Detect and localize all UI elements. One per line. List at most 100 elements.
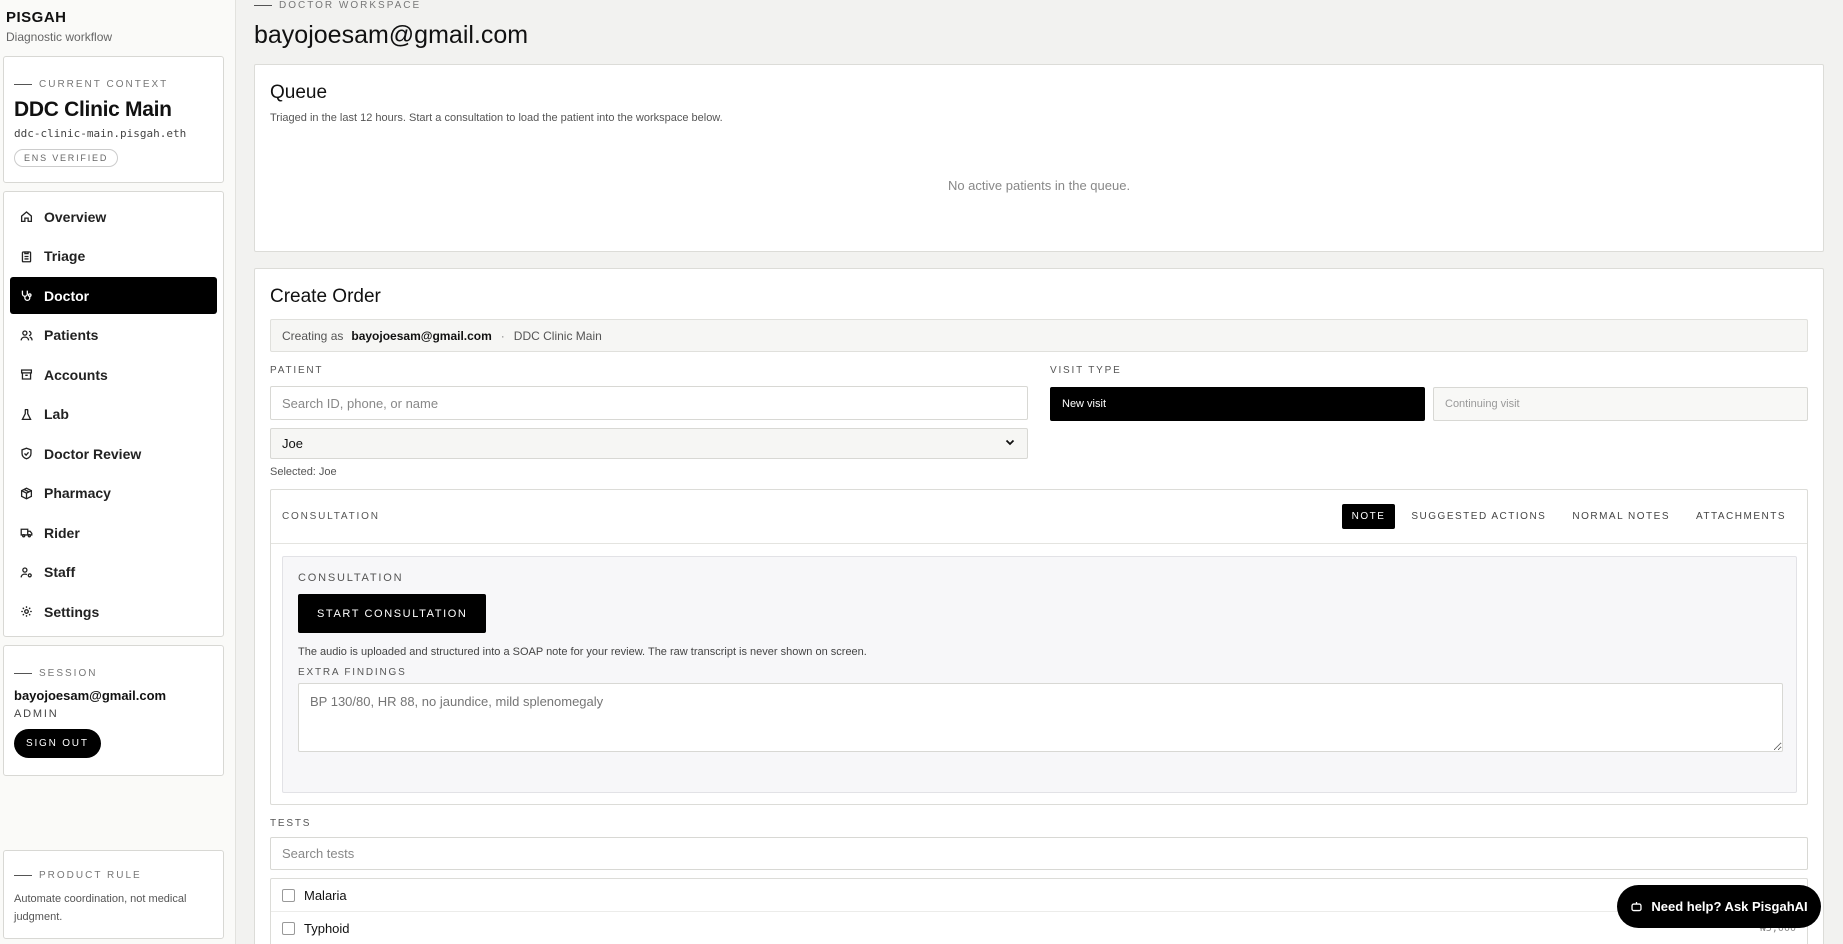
test-name: Typhoid — [304, 920, 350, 936]
sidebar-item-lab[interactable]: Lab — [10, 396, 217, 433]
page-title: bayojoesam@gmail.com — [254, 21, 529, 49]
tab-note[interactable]: NOTE — [1341, 504, 1396, 529]
test-item-left: Malaria — [282, 888, 347, 903]
session-eyebrow: SESSION — [14, 668, 213, 679]
sidebar-item-label: Doctor Review — [44, 445, 142, 462]
context-card: CURRENT CONTEXT DDC Clinic Main ddc-clin… — [3, 56, 224, 183]
session-card: SESSION bayojoesam@gmail.com ADMIN SIGN … — [3, 645, 224, 776]
users-icon — [20, 329, 33, 342]
tests-list: Malaria Typhoid ₦5,000 — [270, 878, 1808, 944]
create-order-panel: Create Order Creating as bayojoesam@gmai… — [254, 268, 1824, 944]
stethoscope-icon — [20, 289, 33, 302]
queue-title: Queue — [270, 82, 328, 103]
consultation-note-body: CONSULTATION START CONSULTATION The audi… — [282, 556, 1797, 793]
sidebar-item-staff[interactable]: Staff — [10, 554, 217, 591]
sidebar-item-doctor[interactable]: Doctor — [10, 277, 217, 314]
product-rule-card: PRODUCT RULE Automate coordination, not … — [3, 850, 224, 939]
brand-tagline: Diagnostic workflow — [6, 30, 113, 44]
flask-icon — [20, 408, 33, 421]
test-checkbox[interactable] — [282, 888, 295, 902]
brand-name: PISGAH — [6, 9, 67, 26]
package-icon — [20, 486, 33, 500]
home-icon — [20, 210, 33, 223]
test-checkbox[interactable] — [282, 921, 295, 935]
creating-as-bar: Creating as bayojoesam@gmail.com · DDC C… — [270, 319, 1808, 352]
tests-search-input[interactable] — [270, 837, 1808, 870]
ask-pisgahai-label: Need help? Ask PisgahAI — [1651, 899, 1808, 914]
creating-as-user: bayojoesam@gmail.com — [351, 328, 492, 343]
creating-as-separator: · — [500, 328, 505, 343]
creating-as-prefix: Creating as — [282, 328, 344, 343]
tests-label: TESTS — [270, 818, 312, 829]
creating-as-clinic: DDC Clinic Main — [513, 328, 602, 343]
sidebar-item-pharmacy[interactable]: Pharmacy — [10, 475, 217, 512]
clinic-ens: ddc-clinic-main.pisgah.eth — [14, 127, 187, 140]
patient-select[interactable]: Joe — [270, 428, 1028, 459]
clinic-name: DDC Clinic Main — [14, 98, 172, 121]
session-eyebrow-text: SESSION — [39, 668, 98, 679]
sidebar-item-doctor-review[interactable]: Doctor Review — [10, 435, 217, 472]
user-cog-icon — [20, 566, 33, 579]
sidebar-item-label: Lab — [44, 406, 69, 422]
sidebar-item-label: Settings — [44, 603, 100, 620]
list-item[interactable]: Typhoid ₦5,000 — [271, 912, 1807, 944]
visit-type-continuing-button[interactable]: Continuing visit — [1433, 387, 1808, 421]
session-role: ADMIN — [14, 708, 59, 720]
test-item-left: Typhoid — [282, 921, 350, 936]
sidebar-item-label: Staff — [44, 564, 76, 580]
patient-search-input[interactable] — [270, 386, 1028, 420]
consultation-inner-label: CONSULTATION — [298, 572, 404, 584]
workspace-eyebrow: DOCTOR WORKSPACE — [254, 0, 421, 11]
patient-select-value: Joe — [282, 436, 303, 451]
sidebar-item-rider[interactable]: Rider — [10, 514, 217, 551]
clipboard-icon — [20, 250, 33, 263]
selected-patient-note: Selected: Joe — [270, 466, 337, 478]
consultation-panel: CONSULTATION NOTE SUGGESTED ACTIONS NORM… — [270, 489, 1808, 805]
sidebar-item-accounts[interactable]: Accounts — [10, 356, 217, 393]
extra-findings-label: EXTRA FINDINGS — [298, 667, 407, 678]
tab-normal-notes[interactable]: NORMAL NOTES — [1562, 504, 1680, 529]
extra-findings-textarea[interactable] — [298, 683, 1783, 752]
queue-empty-state: No active patients in the queue. — [947, 178, 1131, 193]
sidebar-item-label: Rider — [44, 524, 80, 541]
workspace-eyebrow-text: DOCTOR WORKSPACE — [279, 0, 422, 11]
sidebar-item-overview[interactable]: Overview — [10, 198, 217, 235]
sidebar: PISGAH Diagnostic workflow CURRENT CONTE… — [0, 0, 236, 944]
queue-subtitle: Triaged in the last 12 hours. Start a co… — [270, 112, 723, 124]
consultation-header: CONSULTATION NOTE SUGGESTED ACTIONS NORM… — [271, 490, 1807, 544]
context-eyebrow-text: CURRENT CONTEXT — [39, 79, 169, 90]
sign-out-button[interactable]: SIGN OUT — [14, 729, 101, 758]
tab-suggested-actions[interactable]: SUGGESTED ACTIONS — [1401, 504, 1556, 529]
session-email: bayojoesam@gmail.com — [14, 688, 167, 703]
sidebar-item-settings[interactable]: Settings — [10, 593, 217, 630]
patient-label: PATIENT — [270, 365, 324, 376]
context-eyebrow: CURRENT CONTEXT — [14, 79, 213, 90]
sidebar-item-patients[interactable]: Patients — [10, 317, 217, 354]
start-consultation-button[interactable]: START CONSULTATION — [298, 594, 487, 633]
bot-icon — [1630, 900, 1643, 913]
visit-type-label: VISIT TYPE — [1050, 365, 1122, 376]
sidebar-item-label: Pharmacy — [44, 485, 111, 501]
archive-icon — [20, 368, 33, 381]
sidebar-item-label: Doctor — [44, 287, 90, 304]
test-name: Malaria — [304, 887, 347, 903]
sidebar-item-label: Accounts — [44, 366, 108, 383]
sidebar-item-label: Overview — [44, 208, 107, 225]
tab-attachments[interactable]: ATTACHMENTS — [1686, 504, 1796, 529]
queue-panel: Queue Triaged in the last 12 hours. Star… — [254, 64, 1824, 252]
brand: PISGAH Diagnostic workflow — [6, 9, 112, 44]
product-rule-eyebrow: PRODUCT RULE — [14, 870, 213, 881]
shield-check-icon — [20, 447, 33, 460]
visit-type-new-button[interactable]: New visit — [1050, 387, 1425, 421]
sidebar-nav: Overview Triage Doctor Patients Accounts… — [3, 191, 224, 637]
product-rule-text: Automate coordination, not medical judgm… — [14, 893, 187, 923]
ask-pisgahai-button[interactable]: Need help? Ask PisgahAI — [1617, 885, 1821, 928]
sidebar-item-triage[interactable]: Triage — [10, 238, 217, 275]
product-rule-eyebrow-text: PRODUCT RULE — [39, 870, 142, 881]
consultation-tabs: NOTE SUGGESTED ACTIONS NORMAL NOTES ATTA… — [1341, 504, 1796, 529]
truck-icon — [20, 526, 33, 539]
consultation-header-label: CONSULTATION — [282, 511, 380, 522]
sidebar-item-label: Triage — [44, 248, 86, 264]
list-item[interactable]: Malaria — [271, 879, 1807, 912]
sidebar-item-label: Patients — [44, 327, 99, 343]
